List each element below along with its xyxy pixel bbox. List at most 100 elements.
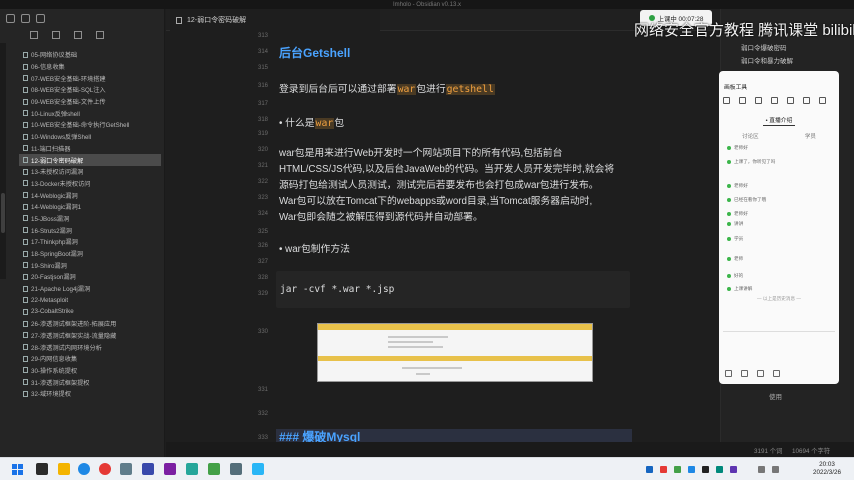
file-list-item[interactable]: 07-WEB安全基础-环境搭建: [19, 72, 161, 84]
collapse-icon[interactable]: [96, 31, 104, 39]
file-list-item[interactable]: 10-WEB安全基础-命令执行GetShell: [19, 119, 161, 131]
windows-start-icon[interactable]: [12, 464, 23, 475]
tray-icon[interactable]: [674, 466, 681, 473]
file-list-item[interactable]: 14-Weblogic漏洞1: [19, 201, 161, 213]
obsidian-taskbar-icon[interactable]: [164, 463, 176, 475]
tray-icon[interactable]: [716, 466, 723, 473]
app-taskbar-icon[interactable]: [142, 463, 154, 475]
screen-icon[interactable]: [773, 370, 780, 377]
line-number: 314: [257, 49, 268, 55]
app-taskbar-icon[interactable]: [230, 463, 242, 475]
tray-icon[interactable]: [702, 466, 709, 473]
file-list-item[interactable]: 12-弱口令密码破解: [19, 154, 161, 166]
file-icon: [23, 273, 28, 280]
explorer-taskbar-icon[interactable]: [58, 463, 70, 475]
file-list-item[interactable]: 16-Struts2漏洞: [19, 224, 161, 236]
sort-icon[interactable]: [74, 31, 82, 39]
clock[interactable]: 20:03 2022/3/26: [813, 461, 841, 477]
folder-icon[interactable]: [6, 13, 15, 23]
search-icon[interactable]: [21, 13, 30, 23]
eraser-icon[interactable]: [739, 97, 746, 104]
embedded-screenshot-image[interactable]: [317, 323, 593, 382]
outline-item[interactable]: 弱口令爆破密码: [741, 42, 787, 52]
paragraph-line-1: war包是用来进行Web开发时一个网站项目下的所有代码,包括前台: [279, 148, 563, 159]
file-icon: [23, 285, 28, 292]
line-number: 316: [257, 83, 268, 89]
tray-icon[interactable]: [646, 466, 653, 473]
file-list-item[interactable]: 10-Linux反弹shell: [19, 107, 161, 119]
app-taskbar-icon[interactable]: [208, 463, 220, 475]
file-list-item[interactable]: 13-Docker未授权访问: [19, 178, 161, 190]
file-list-item[interactable]: 08-WEB安全基础-SQL注入: [19, 84, 161, 96]
chat-subtabs: 讨论区 学员: [719, 132, 839, 140]
file-icon: [23, 308, 28, 315]
file-list-item[interactable]: 27-渗透测试框架实战-流量隐藏: [19, 330, 161, 342]
chat-message: 学员: [727, 236, 743, 242]
volume-icon[interactable]: [772, 466, 779, 473]
tab-current-note[interactable]: 12-弱口令密码破解: [170, 9, 380, 31]
file-list-item[interactable]: 23-CobaltStrike: [19, 306, 161, 318]
tray-icon[interactable]: [730, 466, 737, 473]
chat-message: 上课讲解: [727, 286, 752, 292]
delete-icon[interactable]: [819, 97, 826, 104]
music-icon[interactable]: [757, 370, 764, 377]
file-list-item[interactable]: 18-SpringBoot漏洞: [19, 248, 161, 260]
ribbon-scrollbar[interactable]: [0, 43, 6, 279]
outline-item[interactable]: 弱口令和暴力破解: [741, 55, 793, 65]
file-list-item[interactable]: 31-渗透测试框架提权: [19, 376, 161, 388]
edge-taskbar-icon[interactable]: [78, 463, 90, 475]
line-number: 330: [257, 329, 268, 335]
camera-icon[interactable]: [741, 370, 748, 377]
file-list-item[interactable]: 13-未授权访问漏洞: [19, 166, 161, 178]
pen-icon[interactable]: [723, 97, 730, 104]
editor-pane[interactable]: 313 314 315 316 317 318 319 320 321 322 323 324 325 3…: [166, 31, 720, 444]
avatar: [727, 274, 731, 278]
file-list-item[interactable]: 15-JBoss漏洞: [19, 213, 161, 225]
mic-icon[interactable]: [725, 370, 732, 377]
tab-discussion[interactable]: 讨论区: [742, 132, 759, 140]
text-icon[interactable]: [771, 97, 778, 104]
new-note-icon[interactable]: [30, 31, 38, 39]
scroll-thumb[interactable]: [1, 193, 5, 233]
paragraph-line-5: War包即会随之被解压得到源代码并自动部署。: [279, 212, 483, 223]
file-list-item[interactable]: 17-Thinkphp漏洞: [19, 236, 161, 248]
shape-icon[interactable]: [787, 97, 794, 104]
file-list-item[interactable]: 21-Apache Log4j漏洞: [19, 283, 161, 295]
file-list-item[interactable]: 29-内网信息收集: [19, 353, 161, 365]
tab-live-intro[interactable]: • 直播介绍: [762, 115, 796, 126]
search-taskbar-icon[interactable]: [36, 463, 48, 475]
file-list-item[interactable]: 19-Shiro漏洞: [19, 259, 161, 271]
file-list-item[interactable]: 11-端口扫描器: [19, 143, 161, 155]
tray-icon[interactable]: [688, 466, 695, 473]
star-icon[interactable]: [36, 13, 45, 23]
chrome-taskbar-icon[interactable]: [99, 463, 111, 475]
tray-icon[interactable]: [660, 466, 667, 473]
file-list-item[interactable]: 14-Weblogic漏洞: [19, 189, 161, 201]
chat-message: 讲讲: [727, 221, 743, 227]
file-list-item[interactable]: 20-Fastjson漏洞: [19, 271, 161, 283]
file-list-item[interactable]: 28-渗透测试内网环境分析: [19, 341, 161, 353]
file-list-item[interactable]: 09-WEB安全基础-文件上传: [19, 96, 161, 108]
file-list-item[interactable]: 10-Windows反弹Shell: [19, 131, 161, 143]
file-list-item[interactable]: 06-信息收集: [19, 61, 161, 73]
file-list-item[interactable]: 05-网络协议基础: [19, 49, 161, 61]
network-icon[interactable]: [758, 466, 765, 473]
app-taskbar-icon[interactable]: [186, 463, 198, 475]
file-list-item[interactable]: 26-渗透测试框架进阶-拓展应用: [19, 318, 161, 330]
app-taskbar-icon[interactable]: [120, 463, 132, 475]
new-folder-icon[interactable]: [52, 31, 60, 39]
avatar: [727, 198, 731, 202]
line-number: 313: [257, 33, 268, 39]
file-list-item[interactable]: 30-操作系统提权: [19, 365, 161, 377]
file-list-item[interactable]: 22-Metasploit: [19, 294, 161, 306]
image-header-bar: [318, 324, 592, 330]
rectangle-icon[interactable]: [755, 97, 762, 104]
undo-icon[interactable]: [803, 97, 810, 104]
code-block[interactable]: jar -cvf *.war *.jsp: [276, 271, 630, 308]
file-list-label: 13-未授权访问漏洞: [31, 169, 84, 177]
file-list-item[interactable]: 32-域环境提权: [19, 388, 161, 400]
whiteboard-panel[interactable]: 画板工具 • 直播介绍 讨论区 学员 老师好 上课了，你听见了吗 老师好 已经在看你了…: [719, 71, 839, 384]
tab-students[interactable]: 学员: [805, 132, 816, 140]
app-taskbar-icon[interactable]: [252, 463, 264, 475]
chat-message-text: 已经在看你了哦: [734, 197, 767, 202]
